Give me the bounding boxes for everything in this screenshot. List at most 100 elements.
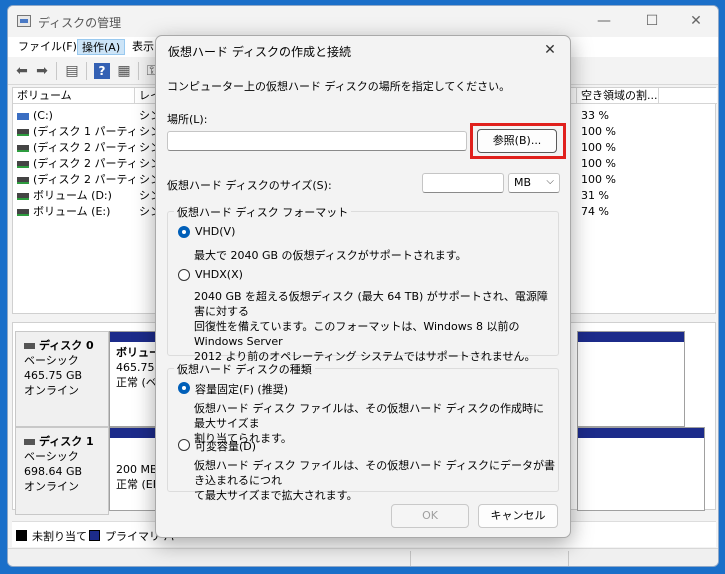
window-title: ディスクの管理 [38, 16, 122, 30]
ok-button[interactable]: OK [391, 504, 469, 528]
volume-name: (ディスク 2 パーティシ... [33, 141, 135, 154]
partition-size: 465.75 GB [116, 361, 158, 374]
partition-size: 200 MB [116, 463, 158, 476]
location-label: 場所(L): [167, 113, 208, 126]
size-input[interactable] [422, 173, 504, 193]
fixed-desc-line: 仮想ハード ディスク ファイルは、その仮想ハード ディスクの作成時に最大サイズま [194, 402, 544, 430]
volume-free-pct: 100 % [581, 125, 616, 138]
fixed-size-radio[interactable] [178, 382, 190, 394]
vhdx-desc-line: 2040 GB を超える仮想ディスク (最大 64 TB) がサポートされ、電源… [194, 290, 548, 318]
dialog-close-icon[interactable]: ✕ [538, 40, 562, 60]
volume-name: ボリューム (D:) [33, 189, 112, 202]
disk-0-label[interactable]: ディスク 0 ベーシック 465.75 GB オンライン [15, 331, 109, 427]
volume-name: (ディスク 2 パーティシ... [33, 157, 135, 170]
vhdx-desc-line: 回復性を備えています。このフォーマットは、Windows 8 以前の Windo… [194, 320, 520, 348]
vhd-description: 最大で 2040 GB の仮想ディスクがサポートされます。 [194, 249, 467, 262]
volume-free-pct: 74 % [581, 205, 609, 218]
back-arrow-icon[interactable]: ⬅ [14, 63, 30, 79]
dialog-title: 仮想ハード ディスクの作成と接続 [168, 45, 351, 59]
dynamic-radio[interactable] [178, 439, 190, 451]
drive-icon [17, 160, 29, 168]
drive-icon [17, 208, 29, 216]
volume-free-pct: 31 % [581, 189, 609, 202]
dynamic-desc-line: 仮想ハード ディスク ファイルは、その仮想ハード ディスクにデータが書き込まれる… [194, 459, 555, 487]
title-bar: ディスクの管理 — ☐ ✕ [8, 6, 718, 36]
cancel-button[interactable]: キャンセル [478, 504, 558, 528]
menu-view[interactable]: 表示 [128, 39, 158, 55]
primary-partition-bar [578, 428, 704, 438]
drive-icon [17, 176, 29, 184]
primary-partition-bar [110, 332, 158, 342]
volume-free-pct: 100 % [581, 173, 616, 186]
chevron-down-icon: ⌵ [546, 176, 554, 187]
primary-swatch [89, 530, 100, 541]
location-input[interactable] [167, 131, 467, 151]
disk-name: ディスク 0 [39, 339, 94, 352]
disk-1-partition[interactable]: 200 MB 正常 (EFI [109, 427, 159, 511]
primary-partition-bar [110, 428, 158, 438]
disk-0-partition[interactable]: ボリューム 465.75 GB 正常 (ベー [109, 331, 159, 427]
partition-status: 正常 (EFI [116, 478, 158, 491]
menu-file[interactable]: ファイル(F) [14, 39, 81, 55]
toolbar-divider [56, 62, 57, 80]
column-header-free-pct[interactable]: 空き領域の割... [577, 88, 659, 104]
close-window-button[interactable]: ✕ [676, 10, 716, 32]
disk-0-partition-right[interactable] [577, 331, 685, 427]
format-group: 仮想ハード ディスク フォーマット VHD(V) 最大で 2040 GB の仮想… [167, 204, 559, 363]
size-unit-select[interactable]: MB ⌵ [508, 173, 560, 193]
disk-view-icon[interactable]: ▤ [64, 63, 80, 79]
vhdx-radio[interactable] [178, 269, 190, 281]
dialog-instruction: コンピューター上の仮想ハード ディスクの場所を指定してください。 [167, 80, 511, 93]
volume-free-pct: 100 % [581, 157, 616, 170]
dynamic-desc-line: て最大サイズまで拡大されます。 [194, 489, 358, 502]
drive-icon [17, 128, 29, 136]
volume-free-pct: 33 % [581, 109, 609, 122]
toolbar-divider [86, 62, 87, 80]
drive-icon [17, 192, 29, 200]
help-icon[interactable]: ? [94, 63, 110, 79]
vhdx-label[interactable]: VHDX(X) [195, 268, 243, 281]
type-group: 仮想ハード ディスクの種類 容量固定(F) (推奨) 仮想ハード ディスク ファ… [167, 361, 559, 502]
disk-icon [24, 343, 35, 349]
primary-partition-bar [578, 332, 684, 342]
maximize-button[interactable]: ☐ [632, 10, 672, 32]
column-header-blank [659, 88, 717, 104]
volume-name: (ディスク 1 パーティシ... [33, 125, 135, 138]
status-divider [568, 551, 569, 566]
vhd-label[interactable]: VHD(V) [195, 225, 235, 238]
dynamic-label[interactable]: 可変容量(D) [195, 438, 256, 454]
forward-arrow-icon[interactable]: ➡ [34, 63, 50, 79]
disk-type: ベーシック [24, 354, 79, 367]
vhdx-description: 2040 GB を超える仮想ディスク (最大 64 TB) がサポートされ、電源… [194, 289, 554, 364]
disk-type: ベーシック [24, 450, 79, 463]
column-header-volume[interactable]: ボリューム [13, 88, 135, 104]
minimize-button[interactable]: — [584, 10, 624, 32]
type-group-title: 仮想ハード ディスクの種類 [174, 361, 315, 377]
drive-icon [17, 144, 29, 152]
fixed-size-label[interactable]: 容量固定(F) (推奨) [195, 381, 288, 397]
size-label: 仮想ハード ディスクのサイズ(S): [167, 179, 332, 192]
create-vhd-dialog: 仮想ハード ディスクの作成と接続 ✕ コンピューター上の仮想ハード ディスクの場… [155, 35, 571, 538]
volume-name: (C:) [33, 109, 53, 122]
disk-1-partition-right[interactable] [577, 427, 705, 511]
disk-1-label[interactable]: ディスク 1 ベーシック 698.64 GB オンライン [15, 427, 109, 515]
disk-status: オンライン [24, 480, 79, 493]
format-group-title: 仮想ハード ディスク フォーマット [174, 204, 352, 220]
drive-icon [17, 112, 29, 120]
partition-name: ボリューム [116, 346, 158, 359]
vhd-radio[interactable] [178, 226, 190, 238]
volume-name: (ディスク 2 パーティシ... [33, 173, 135, 186]
partition-status: 正常 (ベー [116, 376, 158, 389]
disk-icon [24, 439, 35, 445]
disk-size: 698.64 GB [24, 465, 83, 478]
dynamic-description: 仮想ハード ディスク ファイルは、その仮想ハード ディスクにデータが書き込まれる… [194, 458, 556, 503]
browse-highlight-box [470, 123, 566, 159]
disk-name: ディスク 1 [39, 435, 94, 448]
menu-action[interactable]: 操作(A) [77, 39, 126, 55]
properties-icon[interactable]: ▦ [116, 63, 132, 79]
disk-status: オンライン [24, 384, 79, 397]
disk-management-icon [17, 15, 31, 27]
legend-unallocated: 未割り当て [32, 530, 87, 543]
unallocated-swatch [16, 530, 27, 541]
status-divider [410, 551, 411, 566]
